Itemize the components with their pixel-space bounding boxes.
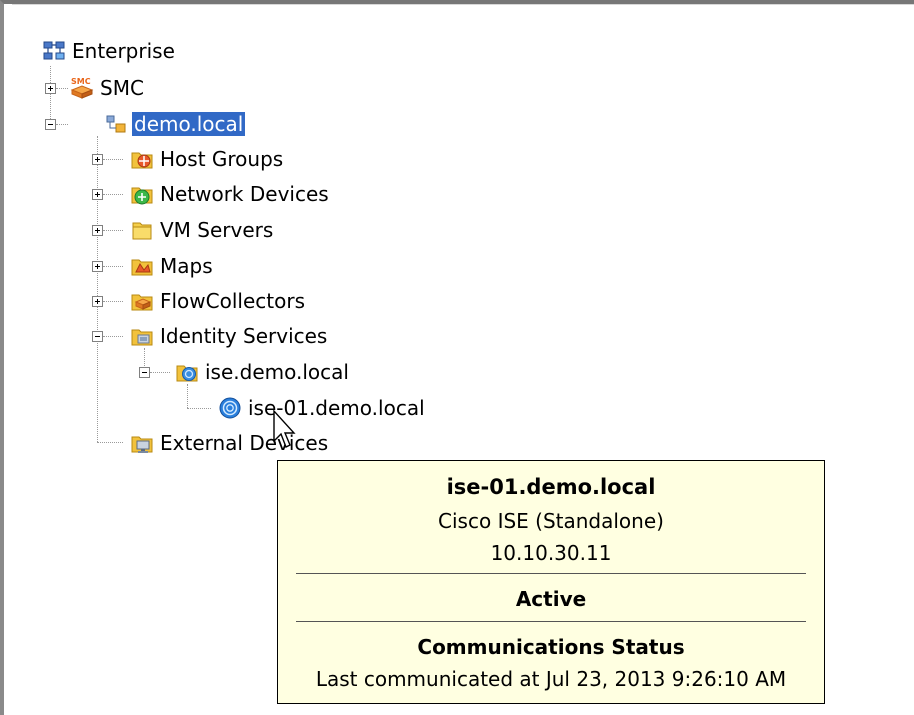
tree-node-label: SMC (100, 76, 144, 100)
tree-line (187, 384, 188, 408)
tree-line (56, 88, 68, 89)
tree-node-identity-services[interactable]: Identity Services (130, 321, 329, 351)
identity-services-icon (130, 324, 154, 348)
tree-node-smc[interactable]: SMC SMC (70, 73, 146, 103)
tree-line (103, 266, 123, 267)
enterprise-icon (42, 39, 66, 63)
mouse-pointer-icon (273, 409, 296, 448)
tooltip-divider (296, 573, 806, 574)
maps-icon (130, 254, 154, 278)
tree-node-network-devices[interactable]: Network Devices (130, 179, 331, 209)
tree-node-label: Network Devices (160, 182, 329, 206)
tree-line (103, 230, 123, 231)
tree-node-label: FlowCollectors (160, 289, 305, 313)
tooltip-title: ise-01.demo.local (446, 475, 656, 499)
tree-node-ise-demo-local[interactable]: ise.demo.local (175, 357, 351, 387)
tree-line (103, 159, 123, 160)
tree-node-flowcollectors[interactable]: FlowCollectors (130, 286, 307, 316)
smc-icon: SMC (70, 76, 94, 100)
network-devices-icon (130, 182, 154, 206)
collapse-domain-toggle[interactable] (45, 119, 56, 130)
vm-servers-icon (130, 218, 154, 242)
tooltip-divider (296, 621, 806, 622)
tree-node-external-devices[interactable]: External Devices (130, 428, 330, 458)
tree-node-label: ise.demo.local (205, 360, 349, 384)
tree-node-vm-servers[interactable]: VM Servers (130, 215, 275, 245)
collapse-ise-demo-local-toggle[interactable] (139, 367, 150, 378)
expand-maps-toggle[interactable] (92, 261, 103, 272)
tree-line (103, 336, 123, 337)
tooltip-device-type: Cisco ISE (Standalone) (438, 509, 664, 533)
expand-smc-toggle[interactable] (45, 83, 56, 94)
tree-node-maps[interactable]: Maps (130, 251, 215, 281)
collapse-identity-services-toggle[interactable] (92, 331, 103, 342)
ise-folder-icon (175, 360, 199, 384)
tooltip-state: Active (515, 587, 587, 611)
tree-line (187, 408, 211, 409)
tree-node-label: VM Servers (160, 218, 274, 242)
domain-icon (104, 112, 128, 136)
tree-node-label: Host Groups (160, 147, 284, 171)
tree-line (97, 442, 123, 443)
tree-node-label: Identity Services (160, 324, 328, 348)
tree-node-enterprise[interactable]: Enterprise (42, 36, 177, 66)
tooltip-ip-address: 10.10.30.11 (490, 541, 612, 565)
tree-node-label: Maps (160, 254, 213, 278)
tree-line (97, 136, 98, 442)
tree-line (50, 66, 51, 123)
expand-vm-servers-toggle[interactable] (92, 225, 103, 236)
expand-host-groups-toggle[interactable] (92, 154, 103, 165)
external-devices-icon (130, 431, 154, 455)
device-tooltip: ise-01.demo.local Cisco ISE (Standalone)… (277, 460, 825, 704)
tooltip-comm-detail: Last communicated at Jul 23, 2013 9:26:1… (315, 667, 787, 691)
tree-node-label: External Devices (160, 431, 329, 455)
tree-line (56, 124, 68, 125)
svg-text:SMC: SMC (71, 77, 91, 86)
tooltip-comm-heading: Communications Status (417, 635, 685, 659)
tree-node-demo-local[interactable]: demo.local (104, 109, 247, 139)
expand-flowcollectors-toggle[interactable] (92, 296, 103, 307)
host-groups-icon (130, 147, 154, 171)
tree-line (103, 194, 123, 195)
tree-node-label: Enterprise (72, 39, 175, 63)
tree-node-ise-01[interactable]: ise-01.demo.local (218, 393, 427, 423)
tree-line (150, 372, 170, 373)
ise-node-icon (218, 396, 242, 420)
tree-node-label-selected: demo.local (130, 111, 247, 137)
tree-panel: Enterprise SMC SMC demo.local Host Group… (0, 0, 914, 715)
tree-line (103, 301, 123, 302)
flowcollectors-icon (130, 289, 154, 313)
expand-network-devices-toggle[interactable] (92, 189, 103, 200)
tree-node-host-groups[interactable]: Host Groups (130, 144, 285, 174)
